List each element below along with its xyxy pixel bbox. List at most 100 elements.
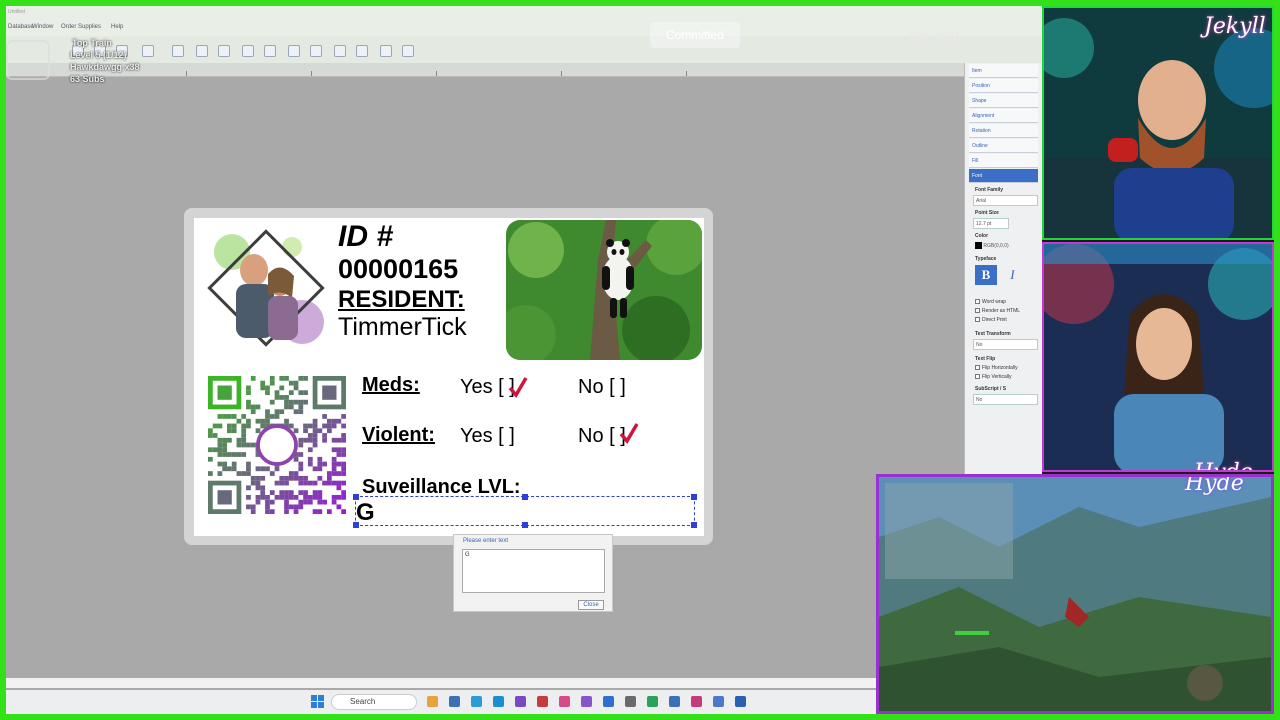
meds-yes-option[interactable]: Yes [ ] <box>460 376 515 399</box>
align-left-icon[interactable] <box>196 45 208 57</box>
app-icon[interactable] <box>537 696 548 707</box>
word-wrap-checkbox[interactable]: Word wrap <box>975 299 1042 305</box>
app-icon[interactable] <box>669 696 680 707</box>
game-capture: Hyde <box>876 474 1274 714</box>
menu-window[interactable]: Window <box>32 24 53 30</box>
section-position[interactable]: Position <box>969 79 1038 93</box>
menu-database[interactable]: Database <box>8 24 34 30</box>
render-html-checkbox[interactable]: Render as HTML <box>975 308 1042 314</box>
subscript-label: SubScript / S <box>975 386 1007 392</box>
section-outline[interactable]: Outline <box>969 139 1038 153</box>
windows-start-icon[interactable] <box>311 695 324 708</box>
align-top-icon[interactable] <box>264 45 276 57</box>
direct-print-checkbox[interactable]: Direct Print <box>975 317 1042 323</box>
text-transform-label: Text Transform <box>975 331 1011 337</box>
resident-name[interactable]: TimmerTick <box>338 313 467 342</box>
stream-logo-icon <box>6 40 50 80</box>
resize-handle[interactable] <box>353 494 359 500</box>
train-label: Top Train <box>72 38 112 48</box>
sub-count: 63 Subs <box>70 74 105 84</box>
section-shape[interactable]: Shape <box>969 94 1038 108</box>
app-icon[interactable] <box>515 696 526 707</box>
section-fill[interactable]: Fill <box>969 154 1038 168</box>
section-font[interactable]: Font <box>969 169 1038 183</box>
app-icon[interactable] <box>691 696 702 707</box>
avatar-logo-icon[interactable] <box>202 222 330 354</box>
app-icon[interactable] <box>559 696 570 707</box>
menu-order-supplies[interactable]: Order Supplies <box>61 24 101 30</box>
file-explorer-icon[interactable] <box>427 696 438 707</box>
close-button[interactable]: Close <box>578 600 604 610</box>
bold-button[interactable]: B <box>975 265 997 285</box>
record-counter: 106 / 500 <box>908 28 959 42</box>
app-icon[interactable] <box>713 696 724 707</box>
menu-help[interactable]: Help <box>111 24 123 30</box>
resize-handle[interactable] <box>691 522 697 528</box>
align-bottom-icon[interactable] <box>310 45 322 57</box>
text-entry-popup: Please enter text G Close <box>453 534 613 612</box>
violent-label[interactable]: Violent: <box>362 424 435 447</box>
browser-icon[interactable] <box>493 696 504 707</box>
color-swatch <box>975 242 982 250</box>
text-transform-select[interactable]: No <box>973 339 1038 350</box>
align-middle-icon[interactable] <box>288 45 300 57</box>
train-level: Level 5 (1/12) <box>70 50 127 60</box>
edge-icon[interactable] <box>471 696 482 707</box>
color-value: RGB(0,0,0) <box>983 243 1009 249</box>
horizontal-scrollbar[interactable] <box>6 678 876 688</box>
taskbar: Search <box>6 690 876 714</box>
webcam-bottom: Hyde <box>1042 242 1274 472</box>
window-title: Untitled <box>8 9 25 15</box>
meds-no-option[interactable]: No [ ] <box>578 376 626 399</box>
panda-photo[interactable] <box>506 220 702 360</box>
cam-name-bottom: Hyde <box>1194 460 1253 470</box>
app-icon[interactable] <box>603 696 614 707</box>
webcam-bottom-feed <box>1044 244 1272 470</box>
violent-yes-option[interactable]: Yes [ ] <box>460 425 515 448</box>
italic-button[interactable]: I <box>1001 265 1023 285</box>
ungroup-icon[interactable] <box>402 45 414 57</box>
popup-text-input[interactable]: G <box>462 549 605 593</box>
distribute-h-icon[interactable] <box>334 45 346 57</box>
flip-horizontal-checkbox[interactable]: Flip Horizontally <box>975 365 1042 371</box>
text-flip-label: Text Flip <box>975 356 996 362</box>
resident-label[interactable]: RESIDENT: <box>338 286 465 314</box>
subscript-select[interactable]: No <box>973 394 1038 405</box>
point-size-label: Point Size <box>975 210 999 216</box>
toolbar <box>6 36 1042 66</box>
align-icon[interactable] <box>172 45 184 57</box>
id-card-page: ID # 00000165 RESIDENT: TimmerTick Meds:… <box>194 218 704 536</box>
app-icon[interactable] <box>625 696 636 707</box>
taskbar-search[interactable]: Search <box>331 694 417 710</box>
app-icon[interactable] <box>647 696 658 707</box>
font-family-select[interactable]: Arial <box>973 195 1038 206</box>
resize-handle[interactable] <box>522 522 528 528</box>
font-family-label: Font Family <box>975 187 1004 193</box>
resize-handle[interactable] <box>691 494 697 500</box>
section-alignment[interactable]: Alignment <box>969 109 1038 123</box>
qr-code[interactable] <box>208 376 346 514</box>
selected-text-box[interactable] <box>353 494 697 528</box>
menu-bar: Untitled Database Window Order Supplies … <box>6 6 1042 36</box>
violent-no-checkmark-icon <box>619 423 639 444</box>
horizontal-ruler <box>6 63 964 77</box>
point-size-input[interactable]: 12.7 pt <box>973 218 1009 229</box>
section-rotation[interactable]: Rotation <box>969 124 1038 138</box>
resize-handle[interactable] <box>522 494 528 500</box>
align-right-icon[interactable] <box>242 45 254 57</box>
flip-vertical-checkbox[interactable]: Flip Vertically <box>975 374 1042 380</box>
section-item[interactable]: Item <box>969 64 1038 78</box>
app-icon[interactable] <box>735 696 746 707</box>
app-icon[interactable] <box>581 696 592 707</box>
meds-label[interactable]: Meds: <box>362 374 420 397</box>
resize-handle[interactable] <box>353 522 359 528</box>
distribute-v-icon[interactable] <box>356 45 368 57</box>
id-number[interactable]: 00000165 <box>338 254 458 285</box>
color-picker[interactable]: RGB(0,0,0) <box>973 241 1038 252</box>
train-user: Hawkdawgg x38 <box>70 62 140 72</box>
task-view-icon[interactable] <box>449 696 460 707</box>
align-center-icon[interactable] <box>218 45 230 57</box>
group-icon[interactable] <box>380 45 392 57</box>
id-label[interactable]: ID # <box>338 220 393 254</box>
zoom-fit-icon[interactable] <box>142 45 154 57</box>
